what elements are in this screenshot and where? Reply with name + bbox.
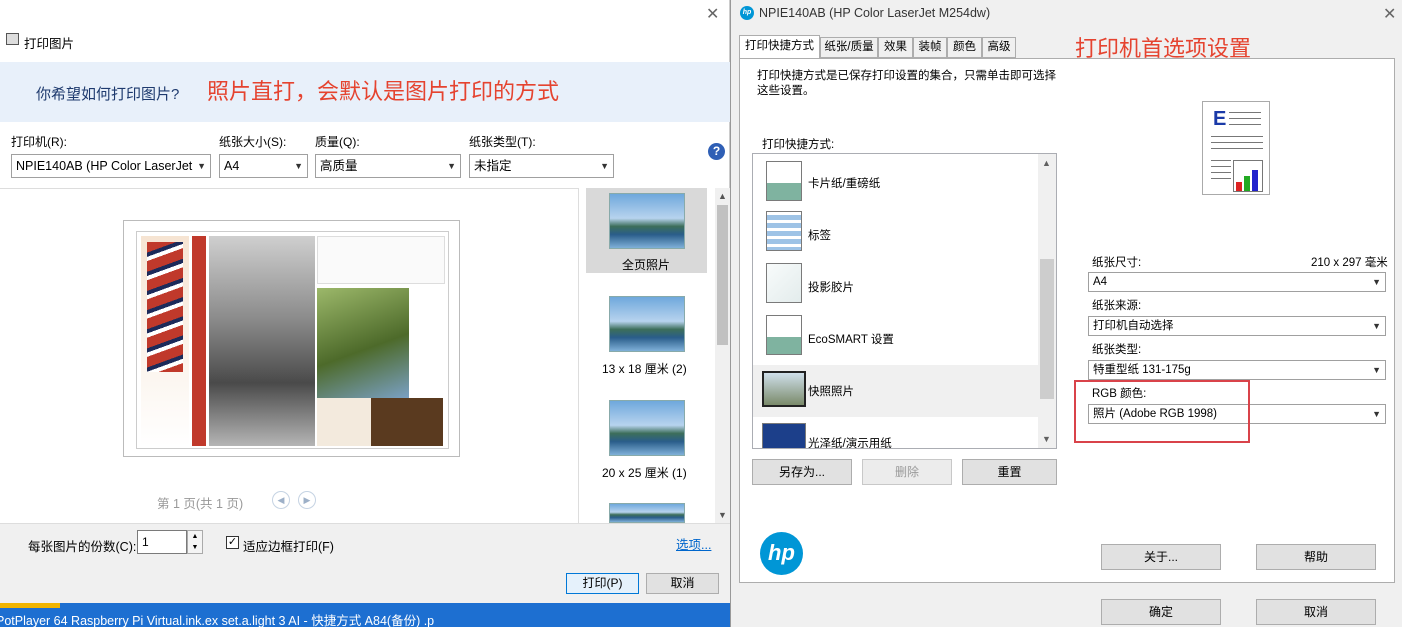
chevron-down-icon[interactable]: ▼ (718, 510, 727, 520)
preview-image (136, 231, 449, 449)
chevron-down-icon: ▼ (600, 161, 609, 171)
shortcut-label: 投影胶片 (808, 282, 854, 294)
scrollbar-thumb[interactable] (1040, 259, 1054, 399)
glossy-icon (762, 423, 806, 448)
question-text: 你希望如何打印图片? (36, 86, 180, 103)
paper-type-select[interactable]: 未指定 ▼ (469, 154, 614, 178)
chevron-down-icon: ▼ (1372, 321, 1381, 331)
layout-thumb-20x25[interactable] (609, 400, 685, 456)
layout-label-20x25: 20 x 25 厘米 (1) (602, 466, 687, 480)
chevron-down-icon: ▼ (1372, 409, 1381, 419)
shortcut-label: EcoSMART 设置 (808, 334, 894, 346)
layout-label-13x18: 13 x 18 厘米 (2) (602, 362, 687, 376)
photo-icon (762, 371, 806, 407)
layout-thumb-13x18[interactable] (609, 296, 685, 352)
chevron-down-icon: ▼ (1372, 277, 1381, 287)
shortcut-description: 打印快捷方式是已保存打印设置的集合，只需单击即可选择这些设置。 (757, 70, 1056, 97)
shortcut-label: 快照照片 (808, 386, 854, 398)
help-icon[interactable]: ? (708, 143, 725, 160)
printer-label: 打印机(R): (11, 135, 67, 149)
paper-size-label: 纸张大小(S): (219, 135, 287, 149)
taskbar-items[interactable]: PotPlayer 64 Raspberry Pi Virtual.ink.ex… (0, 610, 434, 627)
tab-color[interactable]: 颜色 (947, 37, 982, 58)
shortcut-label: 卡片纸/重磅纸 (808, 178, 881, 190)
hp-logo: hp (760, 532, 803, 575)
close-icon[interactable]: ✕ (1383, 4, 1396, 24)
layout-thumb-next[interactable] (609, 503, 685, 523)
chevron-down-icon: ▼ (197, 161, 206, 171)
paper-type-label: 纸张类型(T): (469, 135, 536, 149)
paper-size-label: 纸张尺寸: (1092, 257, 1142, 269)
tab-advanced[interactable]: 高级 (982, 37, 1016, 58)
help-button[interactable]: 帮助 (1256, 544, 1376, 570)
reset-button[interactable]: 重置 (962, 459, 1057, 485)
window-title: NPIE140AB (HP Color LaserJet M254dw) (759, 6, 991, 20)
ok-button[interactable]: 确定 (1101, 599, 1221, 625)
chevron-down-icon: ▼ (447, 161, 456, 171)
delete-button[interactable]: 删除 (862, 459, 952, 485)
paper-source-label: 纸张来源: (1092, 300, 1142, 312)
printer-select[interactable]: NPIE140AB (HP Color LaserJet ▼ (11, 154, 211, 178)
chevron-down-icon: ▼ (1372, 365, 1381, 375)
preview-page (123, 220, 460, 457)
taskbar: PotPlayer 64 Raspberry Pi Virtual.ink.ex… (0, 603, 730, 627)
options-link[interactable]: 选项... (676, 534, 711, 553)
save-as-button[interactable]: 另存为... (752, 459, 852, 485)
layout-thumb-full-page (609, 193, 685, 249)
fit-checkbox[interactable]: ✓ (226, 536, 239, 549)
paper-type-label: 纸张类型: (1092, 344, 1142, 356)
cancel-button[interactable]: 取消 (1256, 599, 1376, 625)
page-indicator: 第 1 页(共 1 页) (157, 497, 244, 511)
annotation-text: 照片直打，会默认是图片打印的方式 (207, 79, 560, 104)
shortcuts-list: 卡片纸/重磅纸 标签 投影胶片 EcoSMART 设置 快照照片 光泽纸/演示用… (752, 153, 1057, 449)
tab-finishing[interactable]: 装帧 (913, 37, 947, 58)
cancel-button[interactable]: 取消 (646, 573, 719, 594)
paper-size-select[interactable]: A4 ▼ (1088, 272, 1386, 292)
copies-stepper[interactable]: ▲ ▼ (187, 530, 203, 554)
shortcuts-label: 打印快捷方式: (762, 139, 835, 151)
print-pictures-dialog: ✕ 打印图片 你希望如何打印图片? 照片直打，会默认是图片打印的方式 打印机(R… (0, 0, 730, 603)
layout-label-full-page: 全页照片 (622, 258, 671, 272)
quality-label: 质量(Q): (315, 135, 360, 149)
tab-paper-quality[interactable]: 纸张/质量 (820, 37, 878, 58)
rgb-highlight-box (1074, 380, 1250, 443)
shortcut-label: 标签 (808, 230, 831, 242)
shortcut-label: 光泽纸/演示用纸 (808, 438, 892, 449)
close-icon[interactable]: ✕ (706, 4, 719, 24)
copies-label: 每张图片的份数(C): (28, 540, 137, 554)
scrollbar-thumb[interactable] (717, 205, 728, 345)
taskbar-accent (0, 603, 60, 608)
printer-icon (6, 33, 19, 45)
transparency-icon (766, 263, 802, 303)
document-preview-icon: E (1202, 101, 1270, 195)
paper-source-select[interactable]: 打印机自动选择 ▼ (1088, 316, 1386, 336)
fit-label: 适应边框打印(F) (243, 540, 334, 554)
tab-shortcuts[interactable]: 打印快捷方式 (739, 35, 820, 58)
prev-page-button[interactable]: ◀ (272, 491, 290, 509)
paper-type-select[interactable]: 特重型纸 131-175g ▼ (1088, 360, 1386, 380)
chevron-up-icon[interactable]: ▲ (718, 191, 727, 201)
dialog-title: 打印图片 (24, 37, 75, 51)
chevron-down-icon: ▼ (294, 161, 303, 171)
quality-select[interactable]: 高质量 ▼ (315, 154, 461, 178)
about-button[interactable]: 关于... (1101, 544, 1221, 570)
ecosmart-icon (766, 315, 802, 355)
paper-size-select[interactable]: A4 ▼ (219, 154, 308, 178)
chevron-down-icon[interactable]: ▼ (1042, 434, 1051, 444)
paper-size-dimensions: 210 x 297 毫米 (1311, 257, 1388, 269)
chevron-up-icon[interactable]: ▲ (1042, 158, 1051, 168)
tab-effects[interactable]: 效果 (878, 37, 913, 58)
card-stock-icon (766, 161, 802, 201)
print-button[interactable]: 打印(P) (566, 573, 639, 594)
labels-icon (766, 211, 802, 251)
hp-small-icon: hp (740, 6, 754, 20)
letter-e-icon: E (1213, 108, 1227, 130)
copies-input[interactable]: 1 (137, 530, 187, 554)
next-page-button[interactable]: ▶ (298, 491, 316, 509)
printer-preferences-dialog: hp NPIE140AB (HP Color LaserJet M254dw) … (730, 0, 1402, 627)
